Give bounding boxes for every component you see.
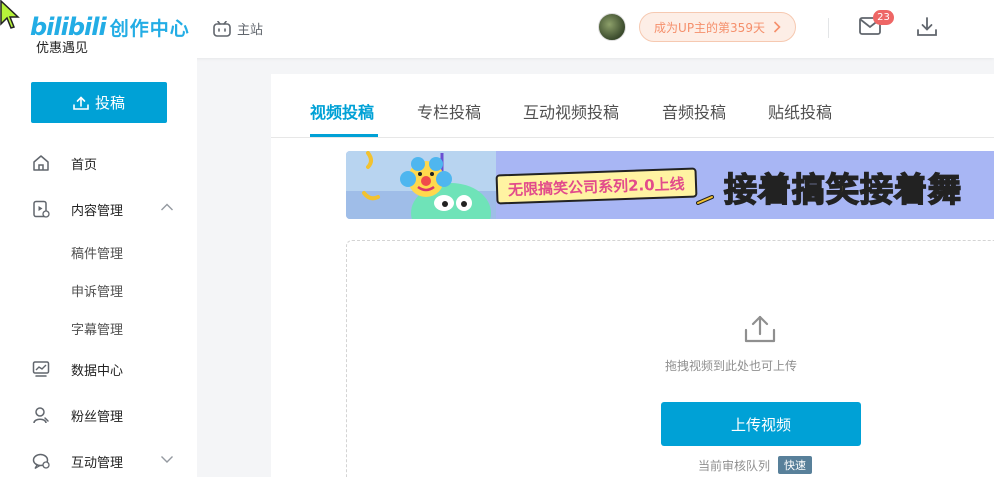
sidebar-item-label: 互动管理: [71, 455, 124, 471]
banner-chip: 无限搞笑公司系列2.0上线: [495, 167, 698, 205]
chevron-down-icon: [161, 456, 173, 463]
review-queue-label: 当前审核队列: [698, 458, 771, 473]
up-days-label: 成为UP主的第359天: [654, 20, 765, 35]
upload-icon: [73, 95, 89, 110]
review-queue: 当前审核队列 快速: [698, 456, 813, 474]
sidebar-item-data[interactable]: 数据中心: [0, 349, 197, 389]
content-icon: [33, 200, 50, 218]
upload-cloud-icon: [744, 315, 776, 343]
sidebar-item-home[interactable]: 首页: [0, 143, 197, 183]
sidebar-subitem-appeals[interactable]: 申诉管理: [71, 281, 123, 300]
upload-button[interactable]: 投稿: [31, 82, 167, 123]
tab-interactive-video[interactable]: 互动视频投稿: [523, 99, 619, 123]
tab-video[interactable]: 视频投稿: [310, 99, 374, 123]
brand-subtitle: 优惠遇见: [36, 41, 89, 56]
banner-headline: 接着搞笑接着舞: [723, 169, 962, 210]
tv-icon: [213, 20, 231, 37]
main-site-link[interactable]: 主站: [213, 19, 263, 38]
chart-icon: [32, 361, 50, 377]
header-divider: [828, 18, 829, 38]
chevron-right-icon: [773, 21, 781, 33]
sidebar-item-interaction[interactable]: 互动管理: [0, 441, 197, 477]
up-days-pill[interactable]: 成为UP主的第359天: [639, 12, 796, 42]
avatar[interactable]: [598, 13, 626, 41]
tab-column[interactable]: 专栏投稿: [417, 99, 481, 123]
active-tab-indicator: [310, 134, 378, 137]
sidebar-item-fans[interactable]: 粉丝管理: [0, 395, 197, 435]
sidebar-item-label: 粉丝管理: [71, 409, 124, 425]
home-icon: [33, 155, 49, 171]
mail-badge: 23: [873, 10, 894, 25]
chat-icon: [32, 453, 50, 470]
status-badge: 快速: [778, 456, 813, 474]
chevron-up-icon: [161, 203, 173, 211]
main-site-label: 主站: [237, 23, 264, 38]
brand-title: 创作中心: [109, 17, 190, 40]
mouse-cursor-icon: [0, 0, 20, 29]
sidebar: 投稿 首页 内容管理 稿件管理 申诉管理 字幕管理 数据中心 粉丝管理 互动管理: [0, 58, 197, 477]
sidebar-subitem-subtitles[interactable]: 字幕管理: [71, 319, 123, 338]
sidebar-item-label: 首页: [71, 157, 98, 173]
main-panel: 视频投稿 专栏投稿 互动视频投稿 音频投稿 贴纸投稿 无限搞笑公司系列2.0上线…: [271, 74, 994, 477]
tab-audio[interactable]: 音频投稿: [662, 99, 726, 123]
sidebar-item-label: 内容管理: [71, 203, 124, 219]
tab-sticker[interactable]: 贴纸投稿: [768, 99, 832, 123]
submission-tabs: 视频投稿 专栏投稿 互动视频投稿 音频投稿 贴纸投稿: [271, 74, 994, 138]
upload-video-button[interactable]: 上传视频: [661, 402, 861, 446]
user-icon: [33, 407, 49, 424]
sidebar-item-label: 数据中心: [71, 363, 124, 379]
download-icon[interactable]: [916, 16, 938, 38]
drop-hint: 拖拽视频到此处也可上传: [664, 359, 797, 373]
sidebar-subitem-manuscripts[interactable]: 稿件管理: [71, 243, 123, 262]
upload-button-label: 投稿: [94, 94, 125, 112]
promo-banner[interactable]: 无限搞笑公司系列2.0上线 接着搞笑接着舞: [346, 151, 994, 219]
sidebar-item-content[interactable]: 内容管理: [0, 189, 197, 229]
mascot-illustration: [346, 151, 496, 219]
banner-sparkle-icon: [696, 195, 714, 205]
top-header: bilibili 创作中心 优惠遇见 主站 成为UP主的第359天 23: [0, 0, 994, 58]
